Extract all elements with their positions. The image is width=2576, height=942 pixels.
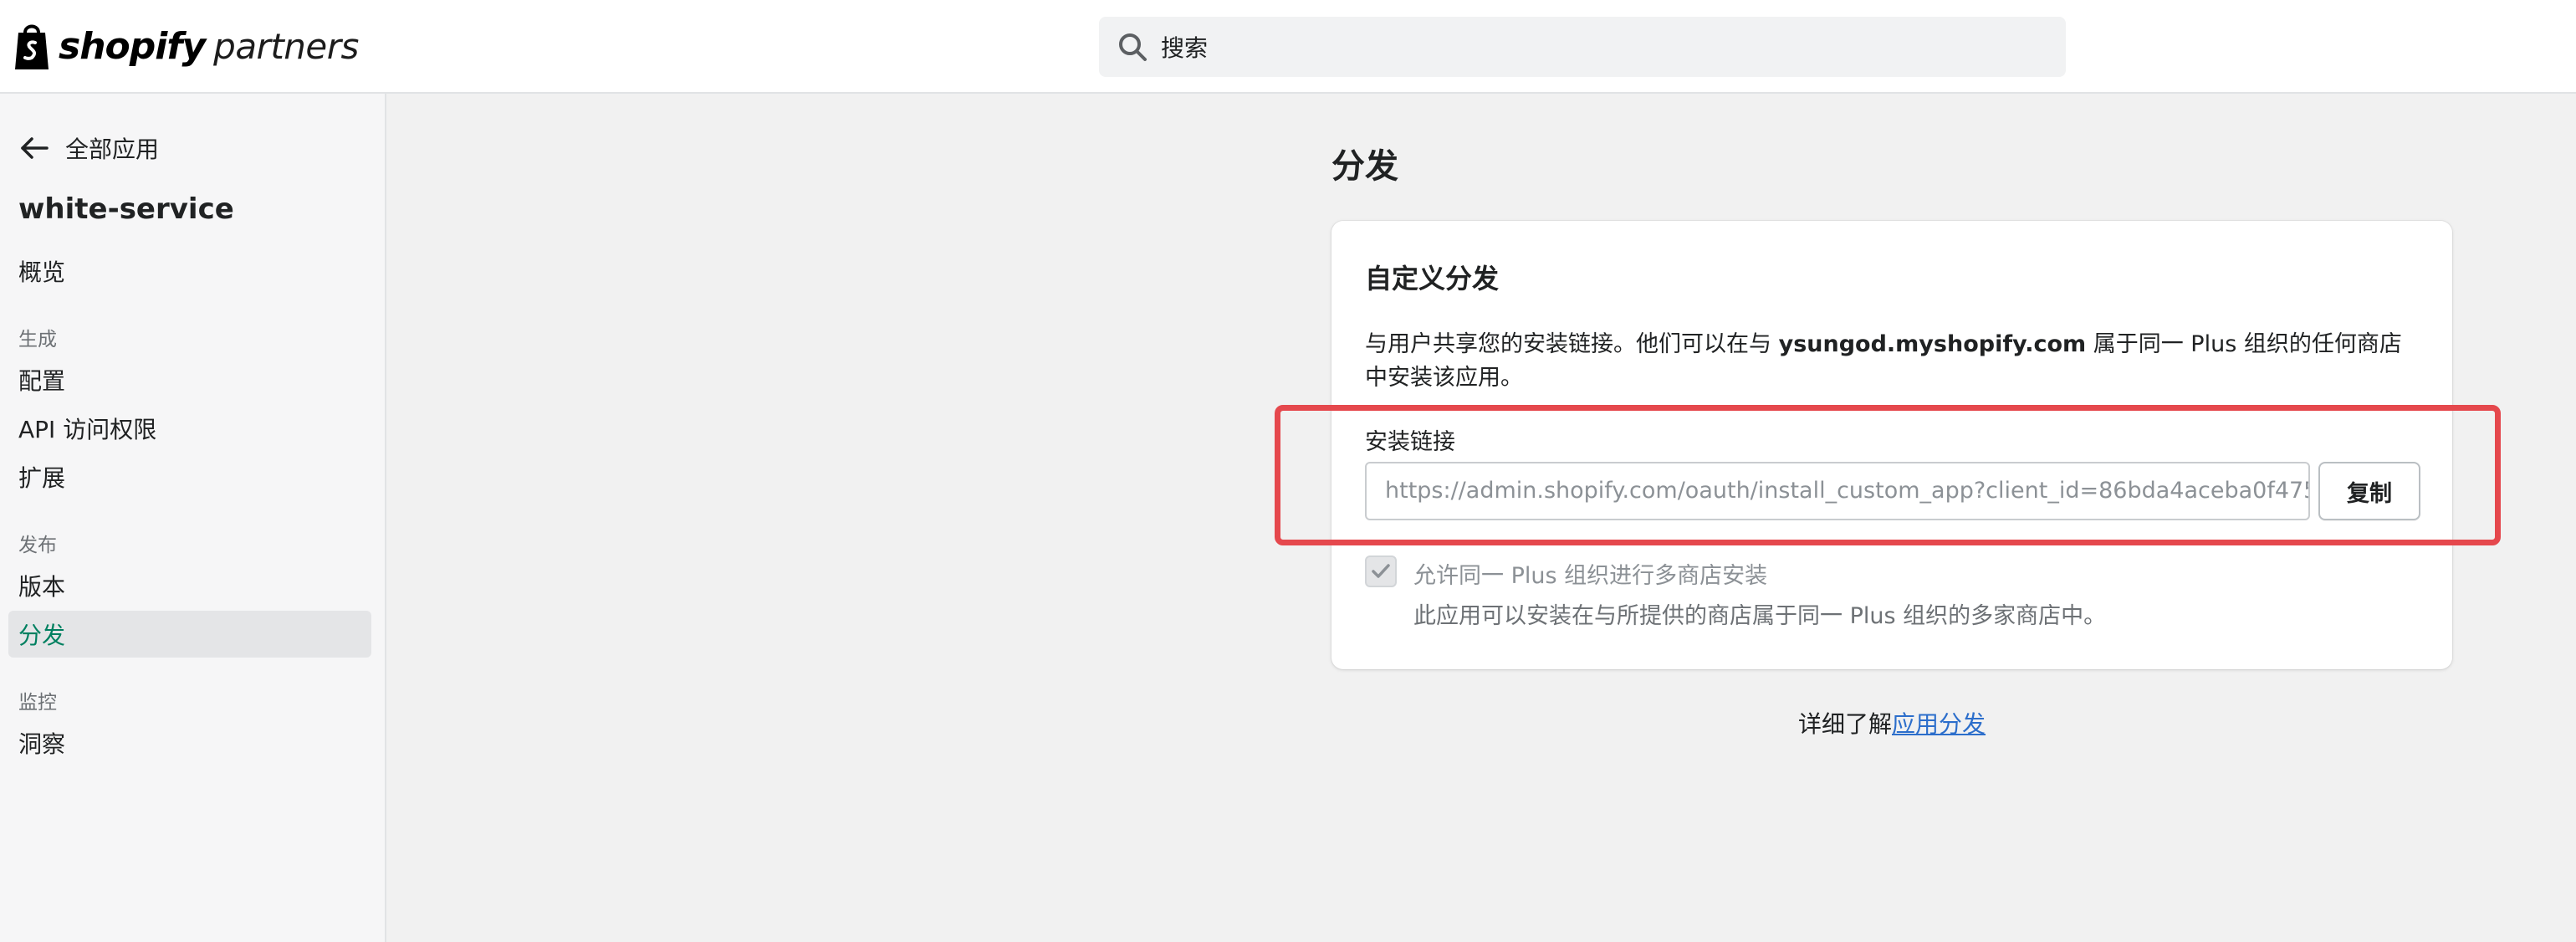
sidebar-item-api-access[interactable]: API 访问权限 <box>0 405 371 452</box>
install-link-label: 安装链接 <box>1365 429 1455 455</box>
back-label: 全部应用 <box>65 136 160 163</box>
desc-before: 与用户共享您的安装链接。他们可以在与 <box>1365 331 1779 357</box>
sidebar-item-versions[interactable]: 版本 <box>0 562 371 609</box>
logo-brand: shopify <box>59 24 206 68</box>
learn-more: 详细了解应用分发 <box>1798 706 1986 740</box>
sidebar-item-overview[interactable]: 概览 <box>0 248 371 294</box>
card-title: 自定义分发 <box>1365 263 1500 294</box>
sidebar-section-monitor: 监控 <box>18 692 57 714</box>
sidebar-item-extensions[interactable]: 扩展 <box>0 453 371 500</box>
search-icon <box>1119 33 1147 61</box>
multi-store-help-text: 此应用可以安装在与所提供的商店属于同一 Plus 组织的多家商店中。 <box>1413 603 2107 629</box>
copy-button[interactable]: 复制 <box>2318 462 2420 520</box>
back-to-all-apps-link[interactable]: 全部应用 <box>18 127 159 169</box>
desc-store-domain: ysungod.myshopify.com <box>1778 331 2087 357</box>
install-link-field[interactable]: https://admin.shopify.com/oauth/install_… <box>1365 462 2310 520</box>
arrow-left-icon <box>21 137 49 159</box>
search-bar[interactable]: 搜索 <box>1099 17 2066 77</box>
top-bar: shopify partners 搜索 <box>0 0 2576 94</box>
sidebar-section-release: 发布 <box>18 535 57 556</box>
shopify-partners-logo[interactable]: shopify partners <box>12 18 359 74</box>
search-placeholder: 搜索 <box>1161 34 1209 62</box>
custom-distribution-card: 自定义分发 与用户共享您的安装链接。他们可以在与 ysungod.myshopi… <box>1331 221 2452 669</box>
app-distribution-link[interactable]: 应用分发 <box>1892 710 1986 738</box>
learn-more-prefix: 详细了解 <box>1798 710 1893 738</box>
sidebar-item-configuration[interactable]: 配置 <box>0 356 371 403</box>
shopify-bag-icon <box>15 24 49 69</box>
check-icon <box>1372 564 1390 578</box>
sidebar-item-distribution[interactable]: 分发 <box>8 611 371 658</box>
sidebar-item-insights[interactable]: 洞察 <box>0 719 371 766</box>
sidebar-section-build: 生成 <box>18 329 57 351</box>
logo-sub: partners <box>213 25 359 67</box>
multi-store-checkbox-label: 允许同一 Plus 组织进行多商店安装 <box>1413 563 1768 589</box>
page-title: 分发 <box>1331 147 1398 186</box>
multi-store-checkbox[interactable] <box>1365 555 1397 587</box>
card-description: 与用户共享您的安装链接。他们可以在与 ysungod.myshopify.com… <box>1365 328 2419 395</box>
app-name: white-service <box>18 192 234 226</box>
sidebar: 全部应用 white-service 概览 生成 配置 API 访问权限 扩展 … <box>0 94 386 942</box>
